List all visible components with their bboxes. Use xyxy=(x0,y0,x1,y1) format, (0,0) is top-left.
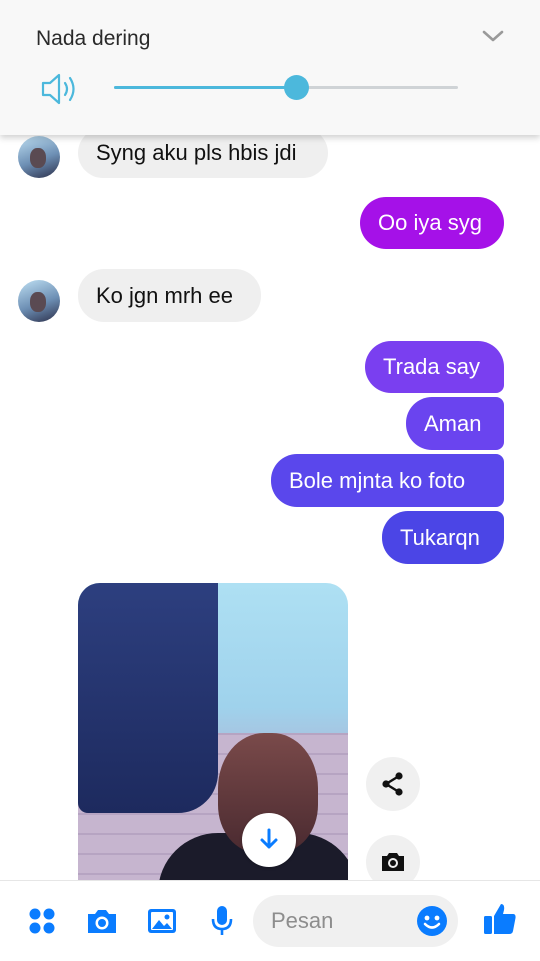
download-button[interactable] xyxy=(242,813,296,867)
share-button[interactable] xyxy=(366,757,420,811)
message-text: Tukarqn xyxy=(400,524,480,550)
message-text: Bole mjnta ko foto xyxy=(289,467,466,493)
chevron-down-icon[interactable] xyxy=(482,28,504,44)
message-outgoing[interactable]: Aman xyxy=(406,397,504,450)
message-text: Syng aku pls hbis jdi xyxy=(96,140,297,165)
message-text: Trada say xyxy=(383,354,481,379)
voice-button[interactable] xyxy=(204,903,240,939)
camera-icon xyxy=(88,910,116,933)
download-icon xyxy=(260,828,278,849)
share-icon xyxy=(382,772,403,796)
message-text: Aman xyxy=(424,410,482,436)
message-composer: Pesan xyxy=(0,880,540,961)
apps-icon xyxy=(29,908,55,934)
gallery-button[interactable] xyxy=(144,903,180,939)
message-incoming[interactable]: Ko jgn mrh ee xyxy=(78,269,261,322)
message-incoming[interactable]: Syng aku pls hbis jdi xyxy=(78,128,328,178)
message-input[interactable]: Pesan xyxy=(253,895,458,947)
volume-slider[interactable] xyxy=(114,75,458,100)
message-outgoing[interactable]: Trada say xyxy=(365,341,504,393)
message-outgoing[interactable]: Oo iya syg xyxy=(360,197,504,249)
volume-slider-fill xyxy=(114,86,297,89)
emoji-icon[interactable] xyxy=(416,905,448,937)
message-text: Ko jgn mrh ee xyxy=(96,282,233,308)
photo-hanging-clothes xyxy=(78,583,218,813)
volume-panel: Nada dering xyxy=(0,0,540,135)
apps-button[interactable] xyxy=(24,903,60,939)
message-outgoing[interactable]: Tukarqn xyxy=(382,511,504,564)
camera-button[interactable] xyxy=(84,903,120,939)
contact-avatar[interactable] xyxy=(18,280,60,322)
like-button[interactable] xyxy=(482,901,518,937)
photo-message[interactable] xyxy=(78,583,348,893)
volume-slider-thumb[interactable] xyxy=(284,75,310,100)
volume-title: Nada dering xyxy=(36,27,151,50)
microphone-icon xyxy=(211,906,233,935)
contact-avatar[interactable] xyxy=(18,136,60,178)
message-text: Oo iya syg xyxy=(378,210,482,235)
speaker-icon[interactable] xyxy=(40,70,80,108)
message-outgoing[interactable]: Bole mjnta ko foto xyxy=(271,454,504,507)
gallery-icon xyxy=(148,909,176,933)
camera-icon xyxy=(382,853,404,871)
message-input-placeholder: Pesan xyxy=(271,908,334,933)
like-icon xyxy=(484,904,516,934)
